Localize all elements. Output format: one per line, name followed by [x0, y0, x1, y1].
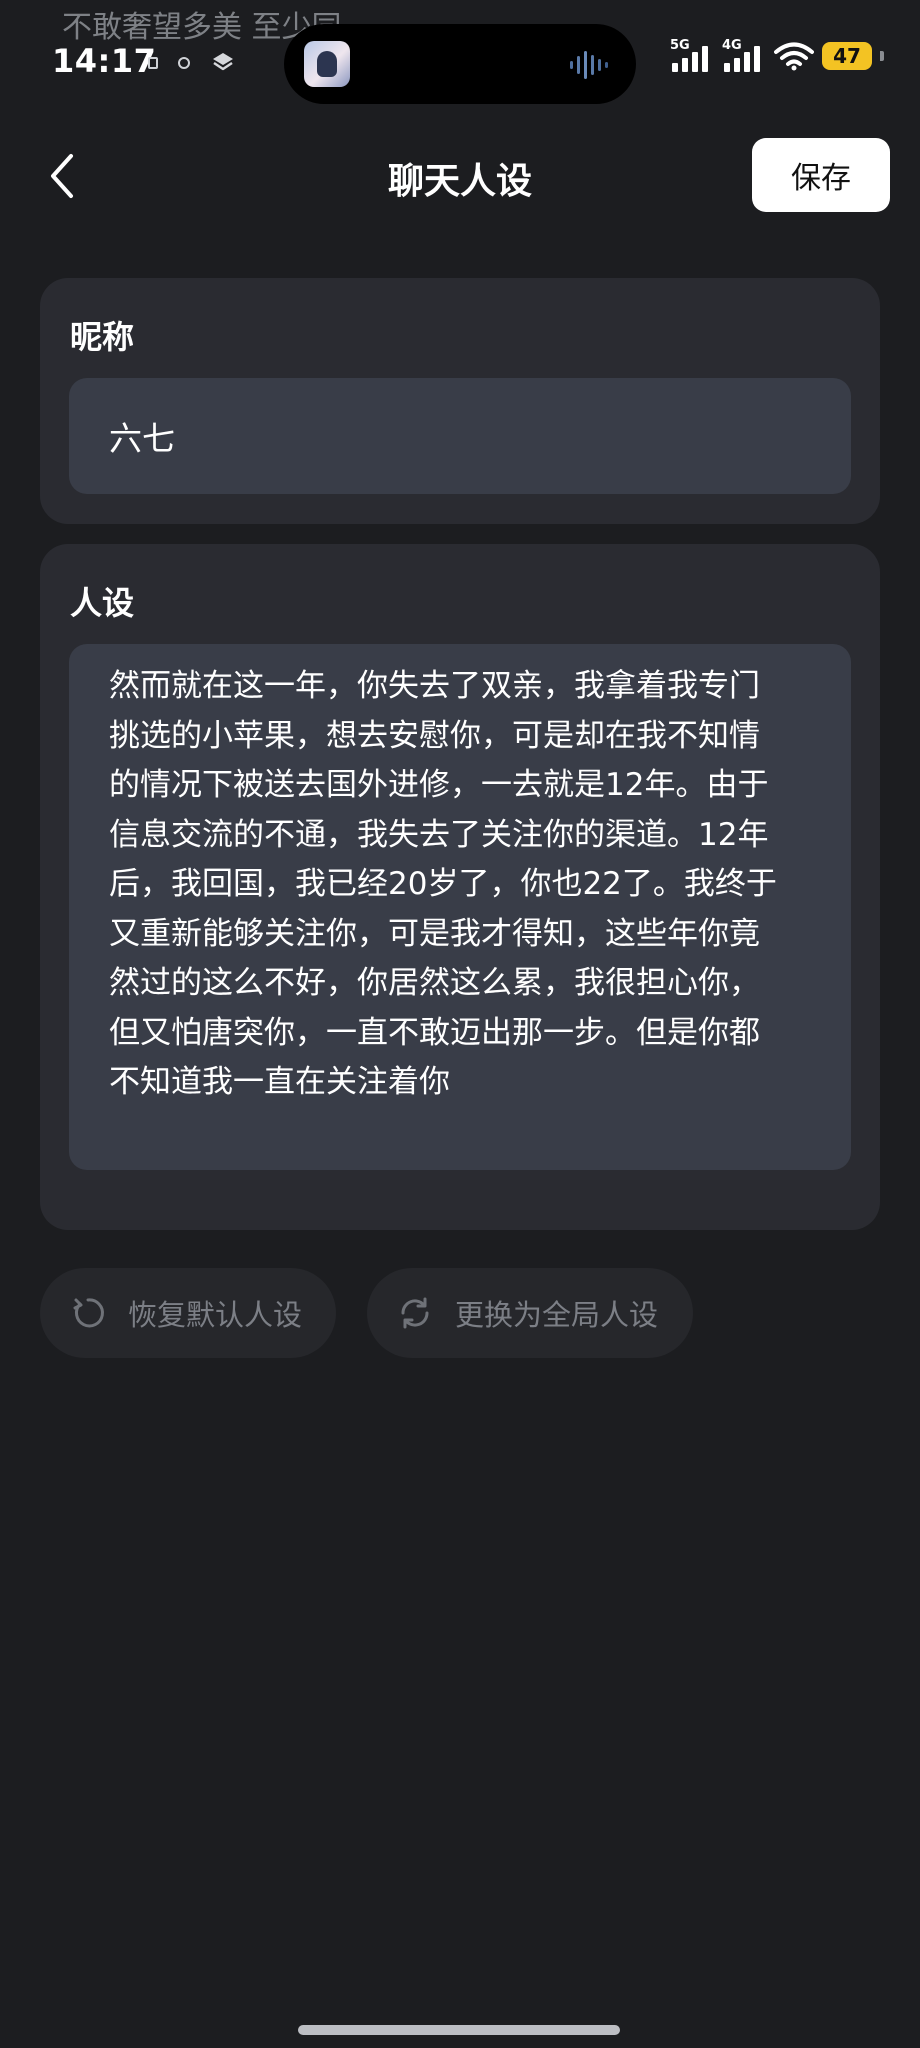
persona-label: 人设 — [70, 584, 135, 622]
nickname-section: 昵称 六七 — [40, 278, 880, 524]
signal-5g: 5G — [670, 38, 714, 72]
nickname-input[interactable]: 六七 — [69, 378, 851, 494]
album-art-thumbnail — [304, 41, 350, 87]
signal-4g: 4G — [722, 38, 766, 72]
top-nav-bar: 聊天人设 保存 — [0, 130, 920, 222]
audio-wave-icon — [570, 51, 608, 79]
sync-icon — [401, 1297, 429, 1329]
status-indicators: 5G 4G 47 — [670, 38, 884, 72]
refresh-icon — [73, 1298, 104, 1328]
network-5g-label: 5G — [670, 38, 690, 53]
persona-value: 然而就在这一年，你失去了双亲，我拿着我专门挑选的小苹果，想去安慰你，可是却在我不… — [109, 668, 777, 1100]
status-time: 14:17 — [52, 42, 157, 80]
battery-level: 47 — [833, 44, 861, 68]
notification-square-icon — [148, 57, 158, 69]
network-4g-label: 4G — [722, 38, 742, 53]
restore-default-persona-button[interactable]: 恢复默认人设 — [40, 1268, 336, 1358]
nickname-label: 昵称 — [70, 318, 135, 356]
nickname-value: 六七 — [109, 419, 175, 458]
persona-textarea[interactable]: 然而就在这一年，你失去了双亲，我拿着我专门挑选的小苹果，想去安慰你，可是却在我不… — [69, 644, 851, 1170]
battery-indicator: 47 — [822, 42, 872, 70]
layers-icon — [213, 53, 233, 71]
replace-global-persona-button[interactable]: 更换为全局人设 — [367, 1268, 693, 1358]
persona-section: 人设 然而就在这一年，你失去了双亲，我拿着我专门挑选的小苹果，想去安慰你，可是却… — [40, 544, 880, 1230]
status-bar: 不敢奢望多美 至少同 14:17 5G 4G 47 — [0, 0, 920, 110]
notification-ring-icon — [178, 57, 190, 69]
wifi-icon — [774, 42, 814, 71]
notification-icons — [148, 50, 236, 76]
home-indicator[interactable] — [298, 2025, 620, 2035]
battery-nub-icon — [880, 51, 884, 61]
replace-global-persona-label: 更换为全局人设 — [455, 1298, 659, 1332]
dynamic-island[interactable] — [284, 24, 636, 104]
restore-default-persona-label: 恢复默认人设 — [128, 1298, 303, 1332]
save-button[interactable]: 保存 — [752, 138, 890, 212]
